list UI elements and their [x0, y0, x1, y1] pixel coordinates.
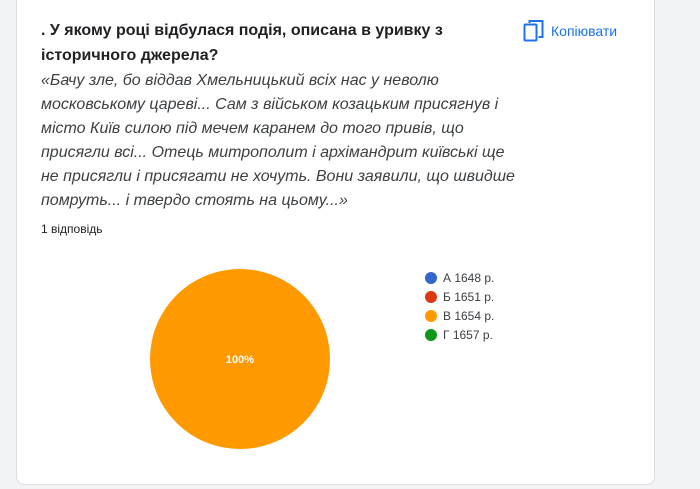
- legend-item[interactable]: В 1654 р.: [425, 306, 494, 325]
- legend-label: В 1654 р.: [443, 308, 495, 323]
- legend-item[interactable]: А 1648 р.: [425, 268, 494, 287]
- pie-chart: 100%: [150, 269, 330, 449]
- legend-label: А 1648 р.: [443, 270, 495, 285]
- pie-slice-label: 100%: [226, 354, 254, 366]
- legend-item[interactable]: Б 1651 р.: [425, 287, 494, 306]
- legend-swatch-icon: [425, 290, 437, 303]
- chart-legend: А 1648 р. Б 1651 р. В 1654 р. Г 1657 р.: [425, 268, 494, 344]
- question-card: . У якому році відбулася подія, описана …: [16, 0, 655, 485]
- legend-swatch-icon: [425, 309, 437, 322]
- legend-label: Б 1651 р.: [443, 289, 495, 304]
- legend-item[interactable]: Г 1657 р.: [425, 325, 494, 344]
- legend-swatch-icon: [425, 271, 437, 284]
- legend-swatch-icon: [425, 328, 437, 341]
- legend-label: Г 1657 р.: [443, 327, 493, 342]
